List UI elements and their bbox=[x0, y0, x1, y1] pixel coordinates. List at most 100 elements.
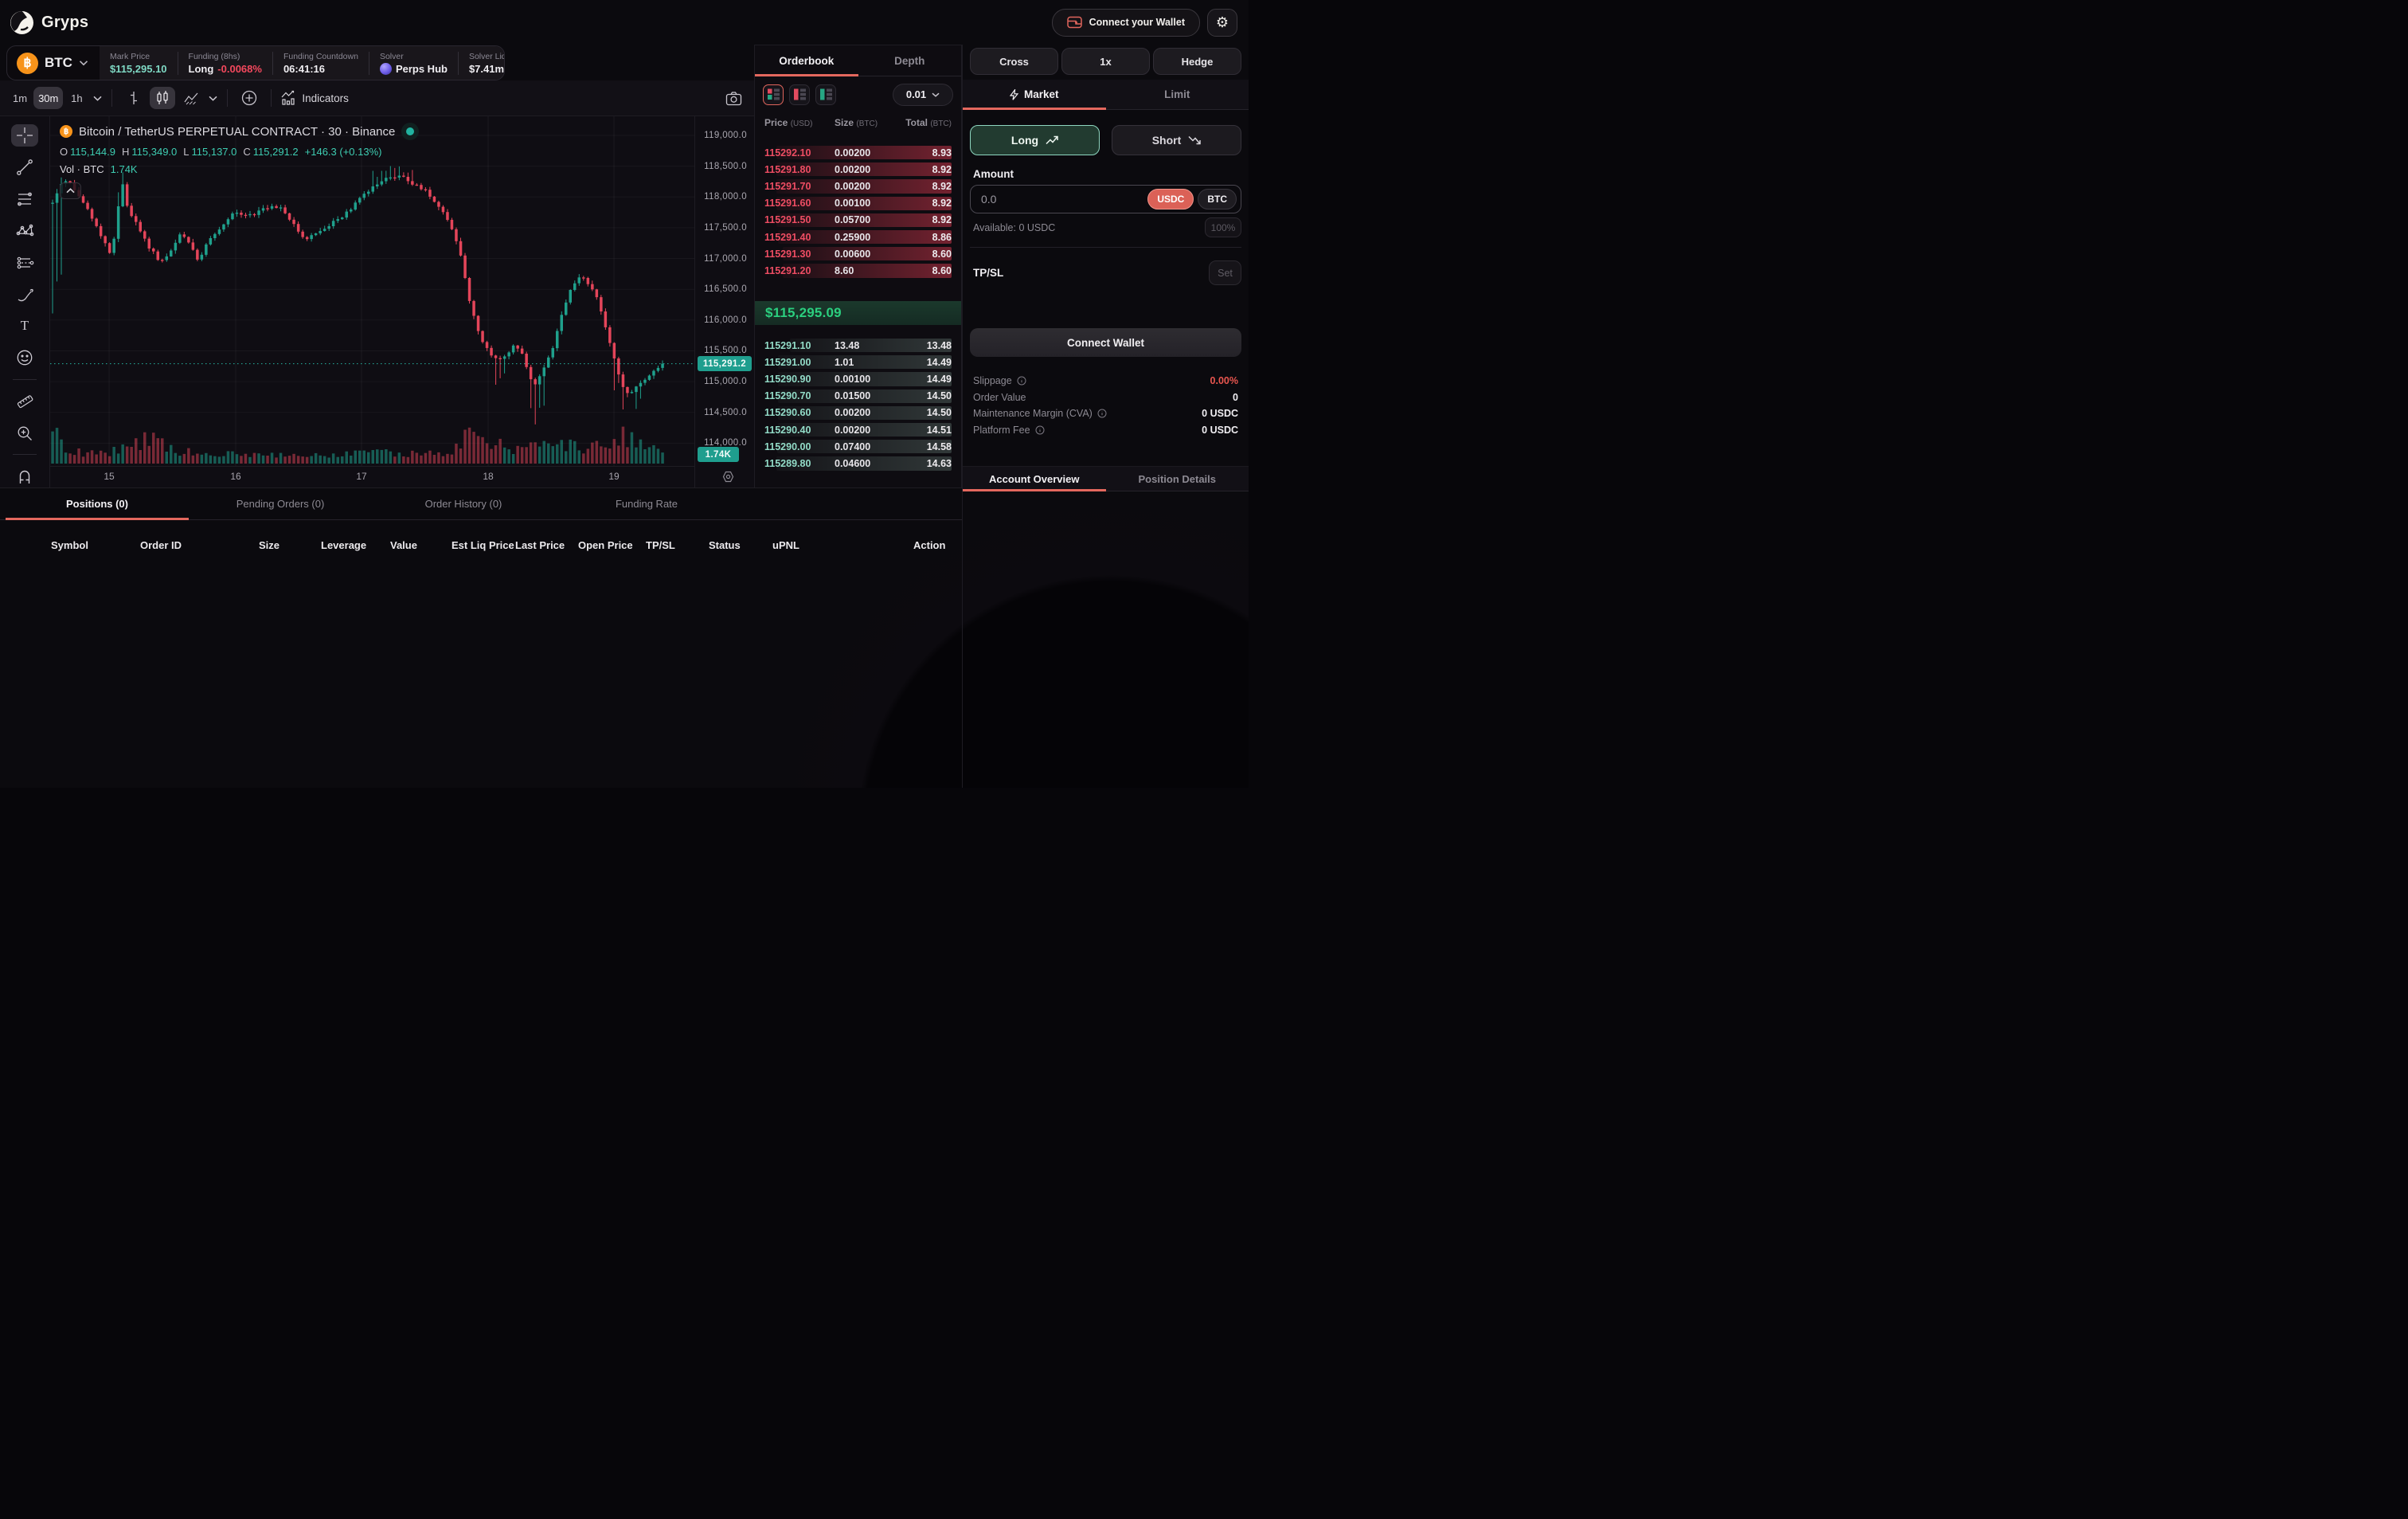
positions-tab-pending-orders-0[interactable]: Pending Orders (0) bbox=[189, 488, 372, 519]
info-row-platform-fee: Platform Fee0 USDC bbox=[973, 422, 1238, 439]
text-tool-icon[interactable]: T bbox=[11, 315, 38, 337]
leverage-button[interactable]: 1x bbox=[1061, 48, 1150, 75]
info-value: 0.00% bbox=[1210, 375, 1238, 386]
orderbook-row[interactable]: 115291.700.002008.92 bbox=[755, 178, 961, 194]
info-label: Slippage bbox=[973, 375, 1026, 386]
layout-bids-only-icon[interactable] bbox=[815, 84, 836, 105]
positions-tab-positions-0[interactable]: Positions (0) bbox=[6, 488, 189, 519]
orderbook-row[interactable]: 115290.400.0020014.51 bbox=[755, 421, 961, 438]
volume-label: Vol · BTC bbox=[60, 163, 104, 175]
account-tab-position-details[interactable]: Position Details bbox=[1106, 467, 1249, 491]
settings-button[interactable]: ⚙ bbox=[1207, 9, 1237, 37]
area-style-icon[interactable] bbox=[178, 87, 204, 109]
measure-ruler-icon[interactable] bbox=[11, 390, 38, 412]
top-actions: Connect your Wallet ⚙ bbox=[1052, 9, 1237, 37]
ohlc-change: +146.3 (+0.13%) bbox=[305, 146, 382, 158]
precision-stepper[interactable]: 0.01 bbox=[893, 84, 953, 106]
order-tab-market[interactable]: Market bbox=[963, 80, 1106, 109]
info-icon[interactable] bbox=[1017, 376, 1026, 386]
order-tab-limit[interactable]: Limit bbox=[1106, 80, 1249, 109]
table-column-last-price: Last Price bbox=[515, 539, 578, 551]
time-axis[interactable]: 1516171819 bbox=[50, 466, 694, 487]
orderbook-row[interactable]: 115291.1013.4813.48 bbox=[755, 337, 961, 354]
orderbook-row[interactable]: 115291.300.006008.60 bbox=[755, 245, 961, 262]
chart-plot[interactable]: 1516171819 ฿ Bitcoin / TetherUS PERPETUA… bbox=[50, 116, 694, 487]
indicators-button[interactable]: Indicators bbox=[280, 90, 349, 106]
symbol-selector[interactable]: ฿ BTC bbox=[7, 46, 100, 80]
trend-up-icon bbox=[1046, 135, 1058, 145]
tpsl-set-button[interactable]: Set bbox=[1209, 260, 1241, 285]
interval-more-chevron-icon[interactable] bbox=[92, 87, 103, 109]
add-compare-icon[interactable] bbox=[236, 87, 262, 109]
long-button[interactable]: Long bbox=[970, 125, 1100, 155]
info-row-slippage: Slippage 0.00% bbox=[973, 373, 1238, 390]
zoom-in-tool-icon[interactable] bbox=[11, 421, 38, 444]
chart-region: T bbox=[0, 116, 754, 487]
order-total: 14.58 bbox=[897, 441, 952, 452]
magnet-tool-icon[interactable] bbox=[11, 465, 38, 487]
orderbook-row[interactable]: 115291.001.0114.49 bbox=[755, 354, 961, 370]
currency-usdc-pill[interactable]: USDC bbox=[1147, 189, 1194, 209]
account-tab-account-overview[interactable]: Account Overview bbox=[963, 467, 1106, 491]
orderbook-row[interactable]: 115291.800.002008.92 bbox=[755, 161, 961, 178]
collapse-legend-button[interactable] bbox=[60, 182, 81, 199]
stat-part: $115,295.10 bbox=[110, 63, 167, 75]
max-percent-button[interactable]: 100% bbox=[1205, 217, 1241, 237]
price-axis[interactable]: 119,000.0118,500.0118,000.0117,500.0117,… bbox=[694, 116, 754, 487]
amount-value[interactable]: 0.0 bbox=[981, 193, 1143, 206]
interval-1m[interactable]: 1m bbox=[8, 87, 32, 109]
emoji-tool-icon[interactable] bbox=[11, 346, 38, 369]
xabcd-pattern-tool-icon[interactable] bbox=[11, 220, 38, 242]
orderbook-row[interactable]: 115292.100.002008.93 bbox=[755, 144, 961, 161]
snapshot-camera-icon[interactable] bbox=[721, 87, 746, 109]
stat-value: Long-0.0068% bbox=[189, 63, 262, 75]
layout-both-sides-icon[interactable] bbox=[763, 84, 784, 105]
currency-btc-pill[interactable]: BTC bbox=[1198, 189, 1237, 209]
positions-tab-order-history-0[interactable]: Order History (0) bbox=[372, 488, 555, 519]
connect-wallet-cta[interactable]: Connect Wallet bbox=[970, 328, 1241, 357]
ohlc-key: C bbox=[243, 146, 250, 158]
style-more-chevron-icon[interactable] bbox=[207, 87, 218, 109]
amount-input[interactable]: 0.0 USDC BTC bbox=[970, 185, 1241, 213]
margin-mode-button[interactable]: Cross bbox=[970, 48, 1058, 75]
positions-tab-funding-rate[interactable]: Funding Rate bbox=[555, 488, 738, 519]
info-icon[interactable] bbox=[1097, 409, 1107, 418]
orderbook-row[interactable]: 115290.900.0010014.49 bbox=[755, 370, 961, 387]
orderbook-tab-orderbook[interactable]: Orderbook bbox=[755, 45, 858, 76]
fib-lines-tool-icon[interactable] bbox=[11, 188, 38, 210]
crosshair-tool-icon[interactable] bbox=[11, 124, 38, 147]
table-column-status: Status bbox=[709, 539, 772, 551]
orderbook-row[interactable]: 115290.700.0150014.50 bbox=[755, 388, 961, 405]
connect-wallet-button[interactable]: Connect your Wallet bbox=[1052, 9, 1200, 37]
layout-asks-only-icon[interactable] bbox=[789, 84, 810, 105]
orderbook-tab-depth[interactable]: Depth bbox=[858, 45, 962, 76]
long-label: Long bbox=[1011, 134, 1038, 147]
axis-settings-icon[interactable] bbox=[721, 470, 735, 483]
trend-line-tool-icon[interactable] bbox=[11, 156, 38, 178]
position-tool-icon[interactable] bbox=[11, 252, 38, 274]
info-icon[interactable] bbox=[1035, 425, 1045, 435]
orderbook-row[interactable]: 115291.208.608.60 bbox=[755, 262, 961, 279]
market-status-icon bbox=[401, 123, 419, 140]
connect-wallet-label: Connect your Wallet bbox=[1089, 17, 1185, 28]
info-label: Maintenance Margin (CVA) bbox=[973, 408, 1107, 419]
orderbook-row[interactable]: 115291.400.259008.86 bbox=[755, 229, 961, 245]
interval-buttons: 1m30m1h bbox=[8, 87, 88, 109]
interval-1h[interactable]: 1h bbox=[64, 87, 88, 109]
orderbook-row[interactable]: 115290.600.0020014.50 bbox=[755, 405, 961, 421]
bars-style-icon[interactable] bbox=[121, 87, 147, 109]
short-button[interactable]: Short bbox=[1112, 125, 1241, 155]
interval-30m[interactable]: 30m bbox=[33, 87, 63, 109]
order-price: 115291.70 bbox=[764, 181, 835, 192]
orderbook-row[interactable]: 115291.500.057008.92 bbox=[755, 212, 961, 229]
candles-style-icon[interactable] bbox=[150, 87, 175, 109]
orderbook-row[interactable]: 115290.000.0740014.58 bbox=[755, 438, 961, 455]
orderbook-row[interactable]: 115289.800.0460014.63 bbox=[755, 455, 961, 472]
order-total: 14.49 bbox=[897, 374, 952, 385]
stat-label: Solver Liquidity bbox=[469, 52, 505, 61]
brush-tool-icon[interactable] bbox=[11, 283, 38, 305]
position-mode-button[interactable]: Hedge bbox=[1153, 48, 1241, 75]
orderbook-row[interactable]: 115291.600.001008.92 bbox=[755, 195, 961, 212]
info-label: Platform Fee bbox=[973, 425, 1045, 436]
gear-icon: ⚙ bbox=[1216, 14, 1229, 31]
